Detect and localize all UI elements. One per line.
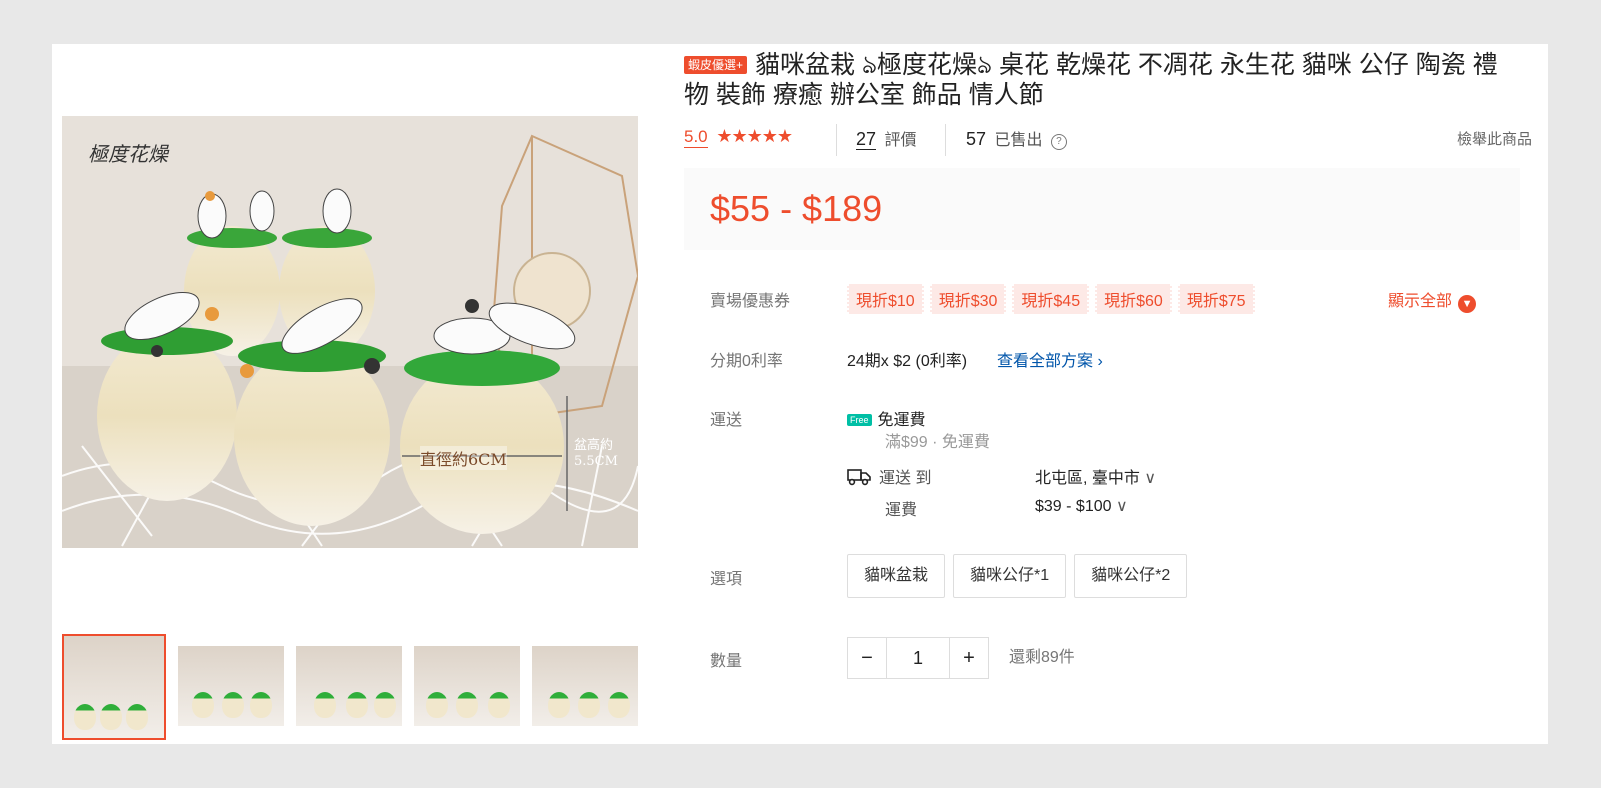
rating-value: 5.0: [684, 127, 708, 148]
quantity-stepper: − 1 +: [847, 637, 989, 679]
installment-label: 分期0利率: [710, 353, 783, 370]
free-shipping-title: 免運費: [877, 412, 926, 429]
free-shipping-icon: Free: [847, 414, 872, 426]
product-photo-illustration: [62, 116, 638, 548]
location-value: 北屯區, 臺中市: [1035, 470, 1140, 487]
stock-remaining: 還剩89件: [1009, 649, 1075, 667]
image-watermark: 極度花燥: [88, 142, 168, 166]
free-shipping-note: 滿$99 · 免運費: [885, 434, 990, 451]
show-all-label: 顯示全部: [1388, 293, 1453, 310]
thumbnail-5[interactable]: [532, 646, 638, 726]
installment-row: 分期0利率 24期x $2 (0利率) 查看全部方案 ›: [710, 347, 1410, 371]
free-shipping-line: Free 免運費: [847, 406, 1367, 429]
product-title: 蝦皮優選+ 貓咪盆栽 ঌ極度花燥ঌ 桌花 乾燥花 不凋花 永生花 貓咪 公仔 陶瓷…: [684, 50, 1520, 110]
stats-divider: [836, 124, 837, 156]
shipping-fee-value: $39 - $100: [1035, 498, 1112, 515]
sold-count: 57: [966, 129, 987, 149]
decrease-button[interactable]: −: [848, 638, 886, 678]
voucher-label: 賣場優惠券: [710, 293, 791, 310]
options-list: 貓咪盆栽 貓咪公仔*1 貓咪公仔*2: [847, 554, 1195, 598]
quantity-control: − 1 + 還剩89件: [847, 637, 1075, 679]
view-all-plans-label: 查看全部方案: [997, 353, 1094, 370]
ship-to-label: 運送 到: [879, 470, 932, 487]
quantity-label: 數量: [710, 653, 743, 670]
view-all-plans-link[interactable]: 查看全部方案 ›: [997, 353, 1103, 370]
sold-label: 已售出: [994, 132, 1043, 149]
shipping-fee-line: 運費 $39 - $100 ∨: [847, 496, 1367, 520]
voucher-chip[interactable]: 現折$60: [1095, 284, 1172, 314]
report-link[interactable]: 檢舉此商品: [1457, 128, 1532, 149]
image-height-label: 盆高約5.5CM: [574, 438, 618, 469]
truck-icon: [847, 469, 871, 486]
help-icon[interactable]: ?: [1050, 134, 1067, 150]
image-diameter-label: 直徑約6CM: [420, 446, 507, 470]
option-button[interactable]: 貓咪公仔*2: [1074, 554, 1188, 598]
product-main-image[interactable]: 極度花燥 直徑約6CM 盆高約5.5CM: [62, 116, 638, 548]
option-button[interactable]: 貓咪公仔*1: [953, 554, 1067, 598]
product-stats: 5.0 ★★★★★ 27 評價 57 已售出 ? 檢舉此商品: [684, 124, 1532, 156]
voucher-list: 現折$10 現折$30 現折$45 現折$60 現折$75: [847, 284, 1255, 314]
voucher-chip[interactable]: 現折$30: [929, 284, 1007, 314]
installment-content: 24期x $2 (0利率) 查看全部方案 ›: [847, 347, 1103, 371]
shipping-label: 運送: [710, 412, 743, 429]
options-label: 選項: [710, 571, 743, 588]
shipping-row: 運送 Free 免運費 滿$99 · 免運費 運送 到 北屯區, 臺中市 ∨ 運…: [710, 406, 1410, 526]
stats-divider: [945, 124, 946, 156]
price-range: $55 - $189: [710, 188, 883, 229]
show-all-vouchers-button[interactable]: 顯示全部 ▼: [1388, 287, 1477, 313]
chevron-down-icon: ∨: [1115, 498, 1128, 515]
increase-button[interactable]: +: [950, 638, 988, 678]
chevron-down-icon: ∨: [1144, 470, 1157, 487]
ship-to-line: 運送 到 北屯區, 臺中市 ∨: [847, 464, 1367, 496]
price-section: $55 - $189: [684, 168, 1520, 250]
voucher-chip[interactable]: 現折$10: [847, 284, 924, 314]
product-card: 極度花燥 直徑約6CM 盆高約5.5CM 蝦皮優選+ 貓咪盆栽 ঌ極度花燥ঌ 桌花…: [52, 44, 1548, 744]
review-label: 評價: [884, 132, 917, 149]
shipping-fee-dropdown[interactable]: $39 - $100 ∨: [1035, 496, 1128, 516]
location-dropdown[interactable]: 北屯區, 臺中市 ∨: [1035, 464, 1156, 488]
product-title-text: 貓咪盆栽 ঌ極度花燥ঌ 桌花 乾燥花 不凋花 永生花 貓咪 公仔 陶瓷 禮物 裝…: [684, 51, 1498, 109]
thumbnail-3[interactable]: [296, 646, 402, 726]
options-row: 選項 貓咪盆栽 貓咪公仔*1 貓咪公仔*2: [710, 554, 1410, 598]
quantity-input[interactable]: 1: [886, 638, 950, 678]
thumbnail-1[interactable]: [62, 634, 166, 740]
thumbnail-2[interactable]: [178, 646, 284, 726]
voucher-chip[interactable]: 現折$45: [1012, 284, 1090, 314]
preferred-badge: 蝦皮優選+: [684, 56, 748, 74]
thumbnail-strip: [62, 634, 638, 740]
rating-stars-icon: ★★★★★: [716, 126, 793, 146]
sold-info: 57 已售出 ?: [966, 126, 1067, 150]
reviews-link[interactable]: 27 評價: [856, 126, 917, 150]
rating-summary[interactable]: 5.0 ★★★★★: [684, 126, 793, 148]
review-count: 27: [856, 129, 877, 150]
shipping-content: Free 免運費 滿$99 · 免運費 運送 到 北屯區, 臺中市 ∨ 運費 $3…: [847, 406, 1367, 520]
quantity-row: 數量 − 1 + 還剩89件: [710, 637, 1410, 679]
installment-text: 24期x $2 (0利率): [847, 353, 968, 370]
thumbnail-4[interactable]: [414, 646, 520, 726]
option-button[interactable]: 貓咪盆栽: [847, 554, 946, 598]
chevron-down-icon: ▼: [1458, 295, 1477, 313]
voucher-row: 賣場優惠券 現折$10 現折$30 現折$45 現折$60 現折$75 顯示全部…: [710, 284, 1520, 314]
shipping-fee-label: 運費: [885, 502, 918, 519]
voucher-chip[interactable]: 現折$75: [1177, 284, 1255, 314]
